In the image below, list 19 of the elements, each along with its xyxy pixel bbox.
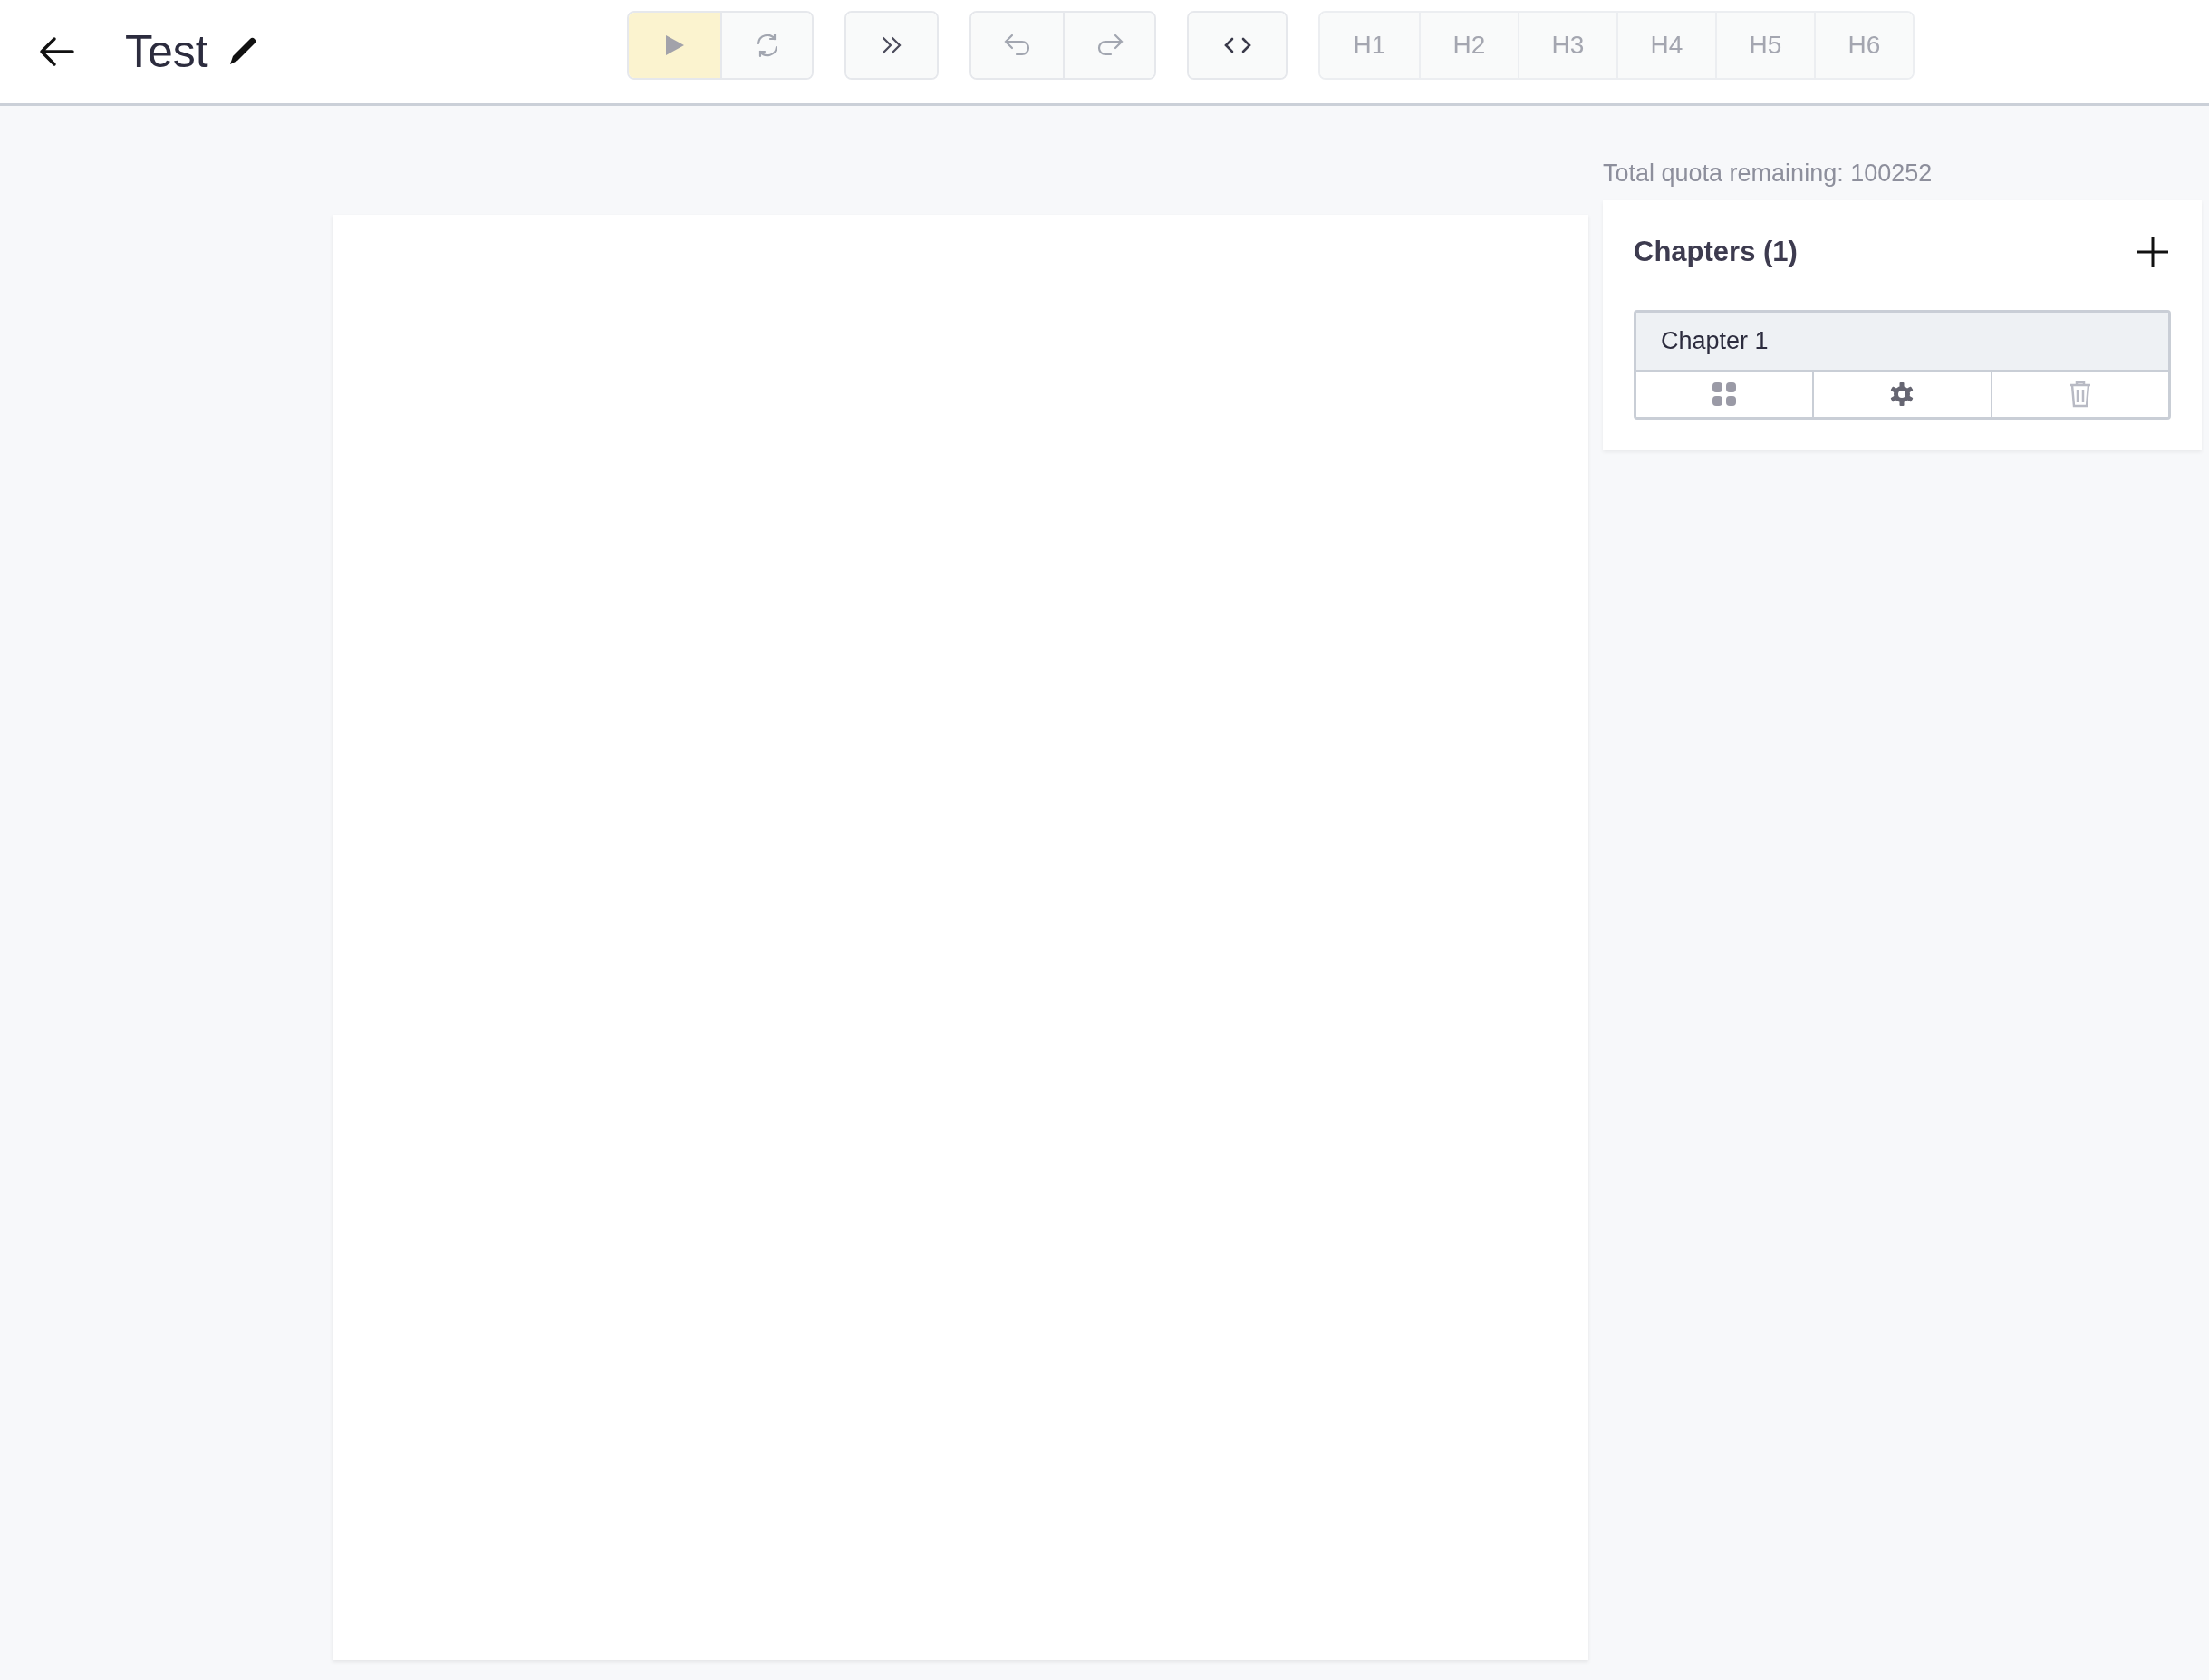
settings-icon: [1889, 381, 1915, 407]
back-arrow-icon: [38, 36, 74, 67]
play-icon: [663, 34, 686, 57]
chapter-title[interactable]: Chapter 1: [1636, 312, 2168, 372]
double-chevron-icon: [881, 35, 902, 55]
code-icon: [1223, 36, 1251, 54]
refresh-button[interactable]: [720, 13, 812, 78]
redo-button[interactable]: [1063, 13, 1154, 78]
quota-text: Total quota remaining: 100252: [1603, 158, 1934, 188]
document-title: Test: [125, 29, 208, 74]
play-button[interactable]: [629, 13, 720, 78]
code-button[interactable]: [1189, 13, 1286, 78]
plus-icon: [2137, 236, 2169, 269]
undo-button[interactable]: [971, 13, 1063, 78]
chapters-heading: Chapters (1): [1634, 235, 1798, 269]
undo-icon: [1002, 33, 1032, 58]
trash-icon: [2069, 380, 2091, 408]
skip-button[interactable]: [846, 13, 937, 78]
four-squares-icon: [1712, 381, 1738, 407]
